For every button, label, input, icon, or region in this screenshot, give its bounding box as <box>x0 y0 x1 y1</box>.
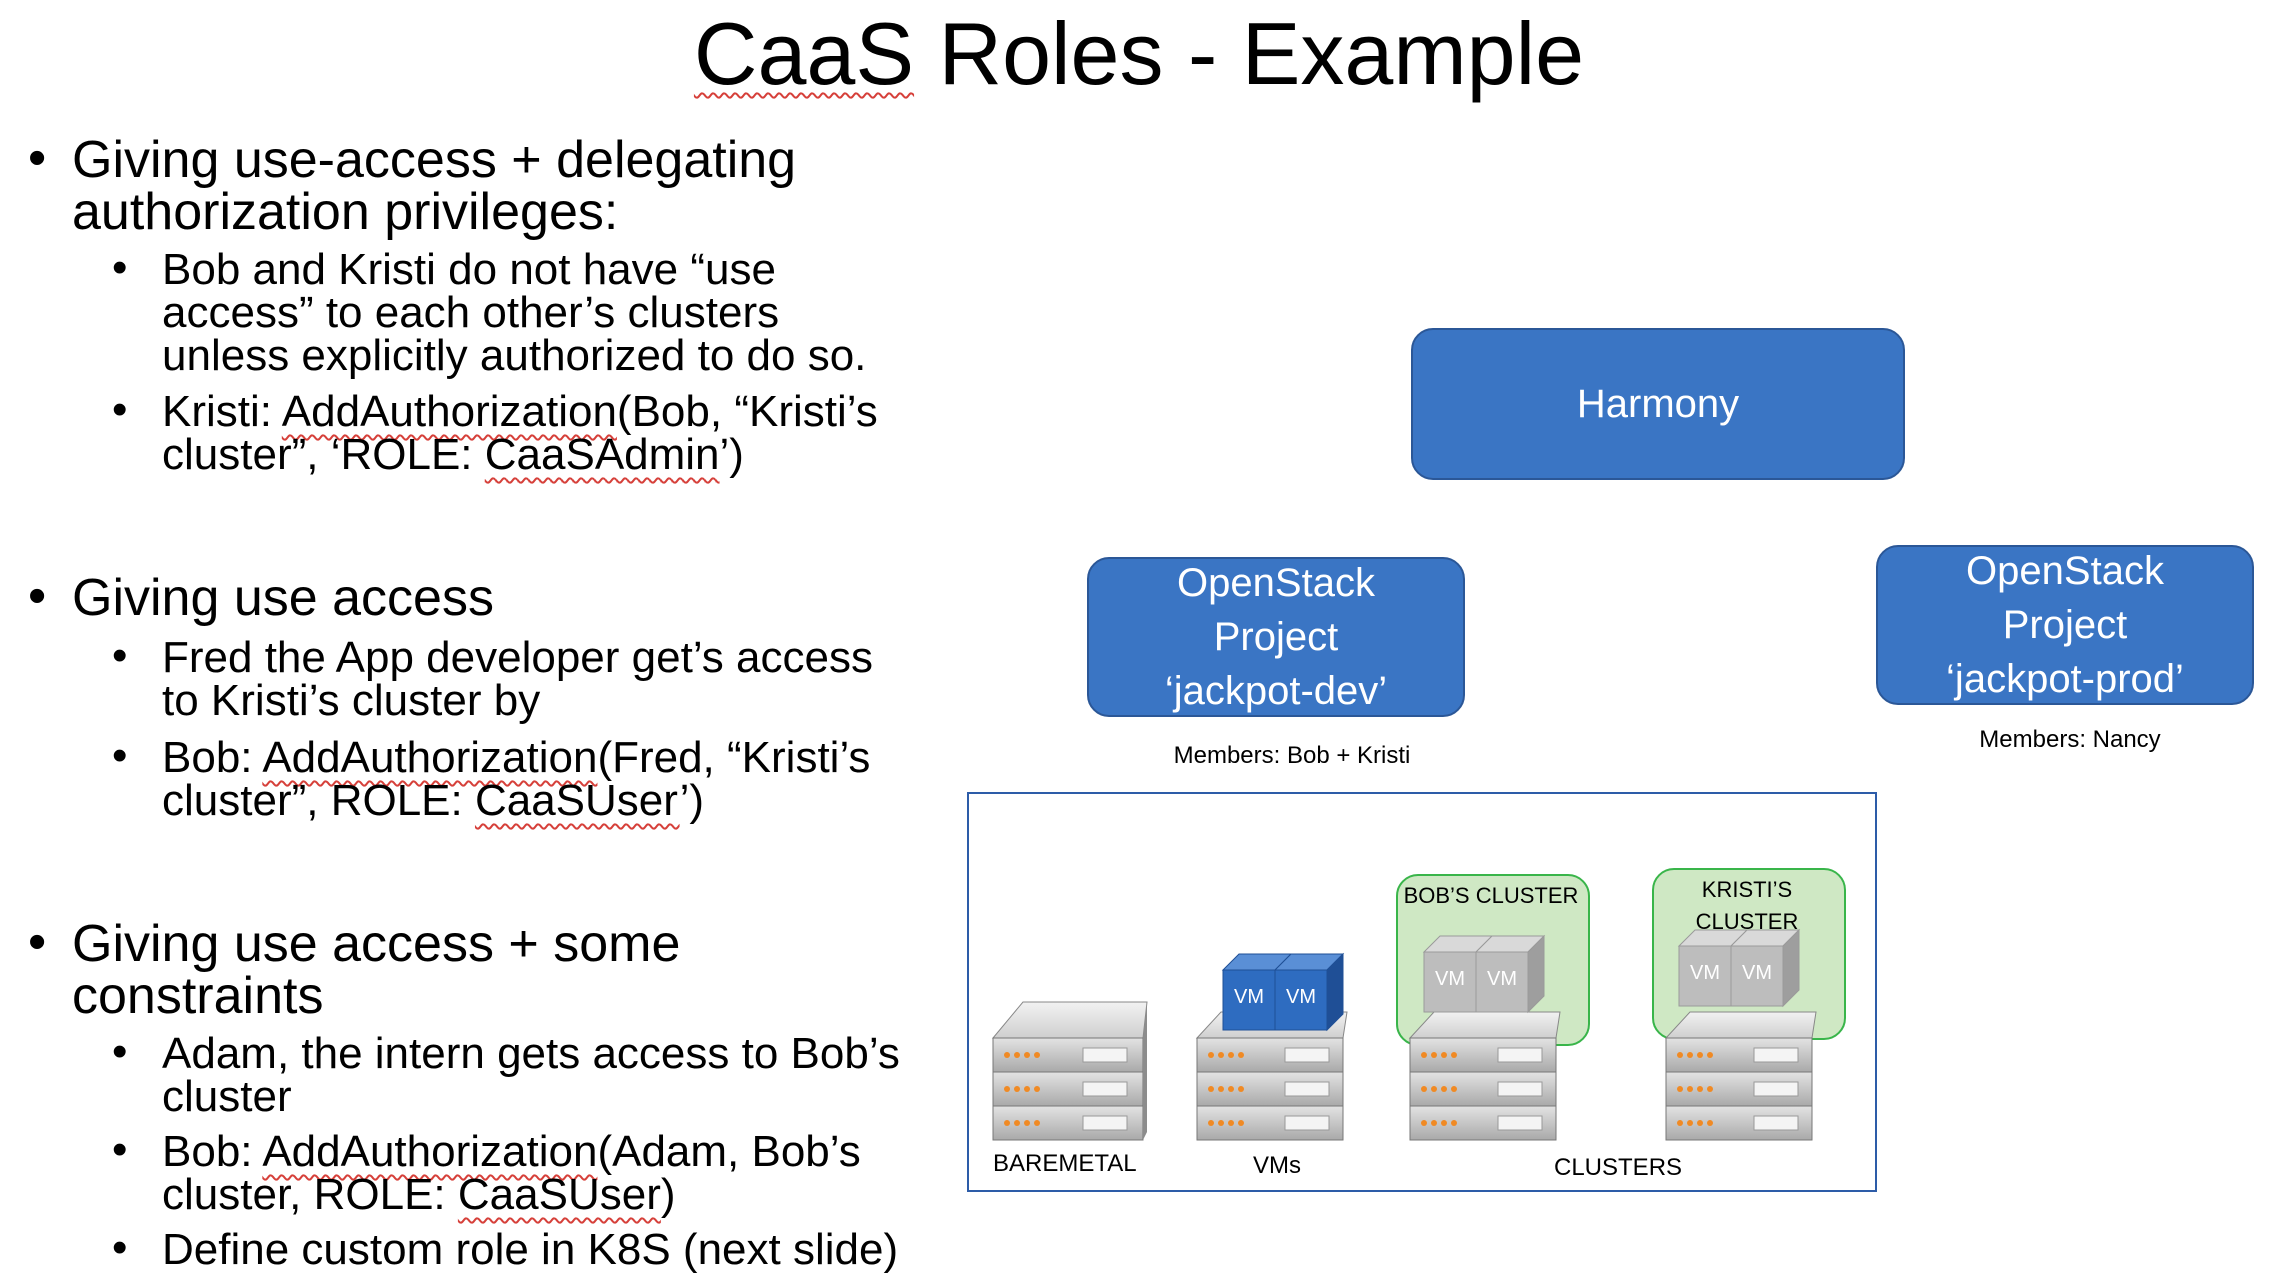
section-1-heading-line-1: Giving use-access + delegating <box>72 131 797 189</box>
vm-label: VM <box>1286 986 1316 1008</box>
infrastructure-drawing <box>991 928 1817 1141</box>
bullet-dot: • <box>112 1027 128 1076</box>
item-prefix: cluster”, ‘ROLE: <box>162 430 485 479</box>
role-name: CaaSUser <box>457 1170 661 1219</box>
item-prefix: cluster, ROLE: <box>162 1170 458 1219</box>
openstack-prod-box: OpenStack Project ‘jackpot-prod’ <box>1876 545 2254 705</box>
box-line: OpenStack <box>1177 561 1375 605</box>
item-suffix: ) <box>660 1170 676 1219</box>
bullet-dot: • <box>112 631 128 680</box>
harmony-label: Harmony <box>1576 382 1740 426</box>
section-1-heading-line-2: authorization privileges: <box>72 183 619 241</box>
kristis-cluster-server-stack <box>1664 1011 1817 1141</box>
box-line: OpenStack <box>1966 549 2164 593</box>
box-line: Project <box>2002 603 2128 647</box>
item-prefix: Kristi: <box>162 387 282 436</box>
section-2-heading: Giving use access <box>72 569 494 627</box>
box-line: ‘jackpot-dev’ <box>1164 669 1388 713</box>
item-line: cluster <box>162 1072 292 1121</box>
section-3-heading-line-1: Giving use access + some <box>72 915 681 973</box>
vms-caption: VMs <box>1253 1152 1301 1179</box>
bullet-dot: • <box>112 1223 128 1272</box>
bullet-dot: • <box>28 129 47 187</box>
vm-label: VM <box>1234 986 1264 1008</box>
baremetal-server-stack <box>991 1001 1148 1141</box>
item-suffix: ’) <box>719 430 744 479</box>
box-line: ‘jackpot-prod’ <box>1946 657 2184 701</box>
function-name: AddAuthorization <box>281 387 617 436</box>
vm-server-stack <box>1195 1011 1348 1141</box>
dev-members-label: Members: Bob + Kristi <box>1173 742 1411 769</box>
item-line: Bob and Kristi do not have “use <box>162 245 776 294</box>
bullet-dot: • <box>28 913 47 971</box>
bullet-dot: • <box>112 385 128 434</box>
role-name: CaaSUser <box>474 776 680 825</box>
title-rest: Roles - Example <box>914 4 1585 103</box>
item-line: to Kristi’s cluster by <box>162 676 541 725</box>
title-caas: CaaS <box>693 4 915 103</box>
item-args: (Adam, Bob’s <box>597 1127 861 1176</box>
item-args: (Bob, “Kristi’s <box>616 387 878 436</box>
item-line: Define custom role in K8S (next slide) <box>162 1225 899 1274</box>
function-name: AddAuthorization <box>262 1127 598 1176</box>
vm-label: VM <box>1690 962 1720 984</box>
item-line: unless explicitly authorized to do so. <box>162 331 867 380</box>
section-3-heading-line-2: constraints <box>72 967 324 1025</box>
item-line: Adam, the intern gets access to Bob’s <box>162 1029 900 1078</box>
item-prefix: cluster”, ROLE: <box>162 776 475 825</box>
vm-label: VM <box>1742 962 1772 984</box>
vm-label: VM <box>1487 968 1517 990</box>
clusters-caption: CLUSTERS <box>1554 1154 1683 1181</box>
bullet-dot: • <box>112 731 128 780</box>
vm-label: VM <box>1435 968 1465 990</box>
item-prefix: Bob: <box>162 1127 263 1176</box>
bullet-dot: • <box>28 567 47 625</box>
harmony-box: Harmony <box>1411 328 1905 480</box>
item-prefix: Bob: <box>162 733 263 782</box>
openstack-dev-box: OpenStack Project ‘jackpot-dev’ <box>1087 557 1465 717</box>
bullet-dot: • <box>112 243 128 292</box>
function-name: AddAuthorization <box>262 733 598 782</box>
infrastructure-panel: BOB’S CLUSTER KRISTI’S CLUSTER VM VM VM … <box>967 792 1877 1192</box>
baremetal-caption: BAREMETAL <box>993 1150 1137 1177</box>
prod-members-label: Members: Nancy <box>1979 726 2161 753</box>
box-line: Project <box>1213 615 1339 659</box>
bullet-dot: • <box>112 1125 128 1174</box>
role-name: CaaSAdmin <box>484 430 720 479</box>
bobs-cluster-server-stack <box>1408 1011 1561 1141</box>
item-line: access” to each other’s clusters <box>162 288 780 337</box>
item-args: (Fred, “Kristi’s <box>597 733 871 782</box>
slide-title: CaaS Roles - Example <box>0 0 2278 120</box>
item-line: Fred the App developer get’s access <box>162 633 873 682</box>
item-suffix: ’) <box>679 776 705 825</box>
